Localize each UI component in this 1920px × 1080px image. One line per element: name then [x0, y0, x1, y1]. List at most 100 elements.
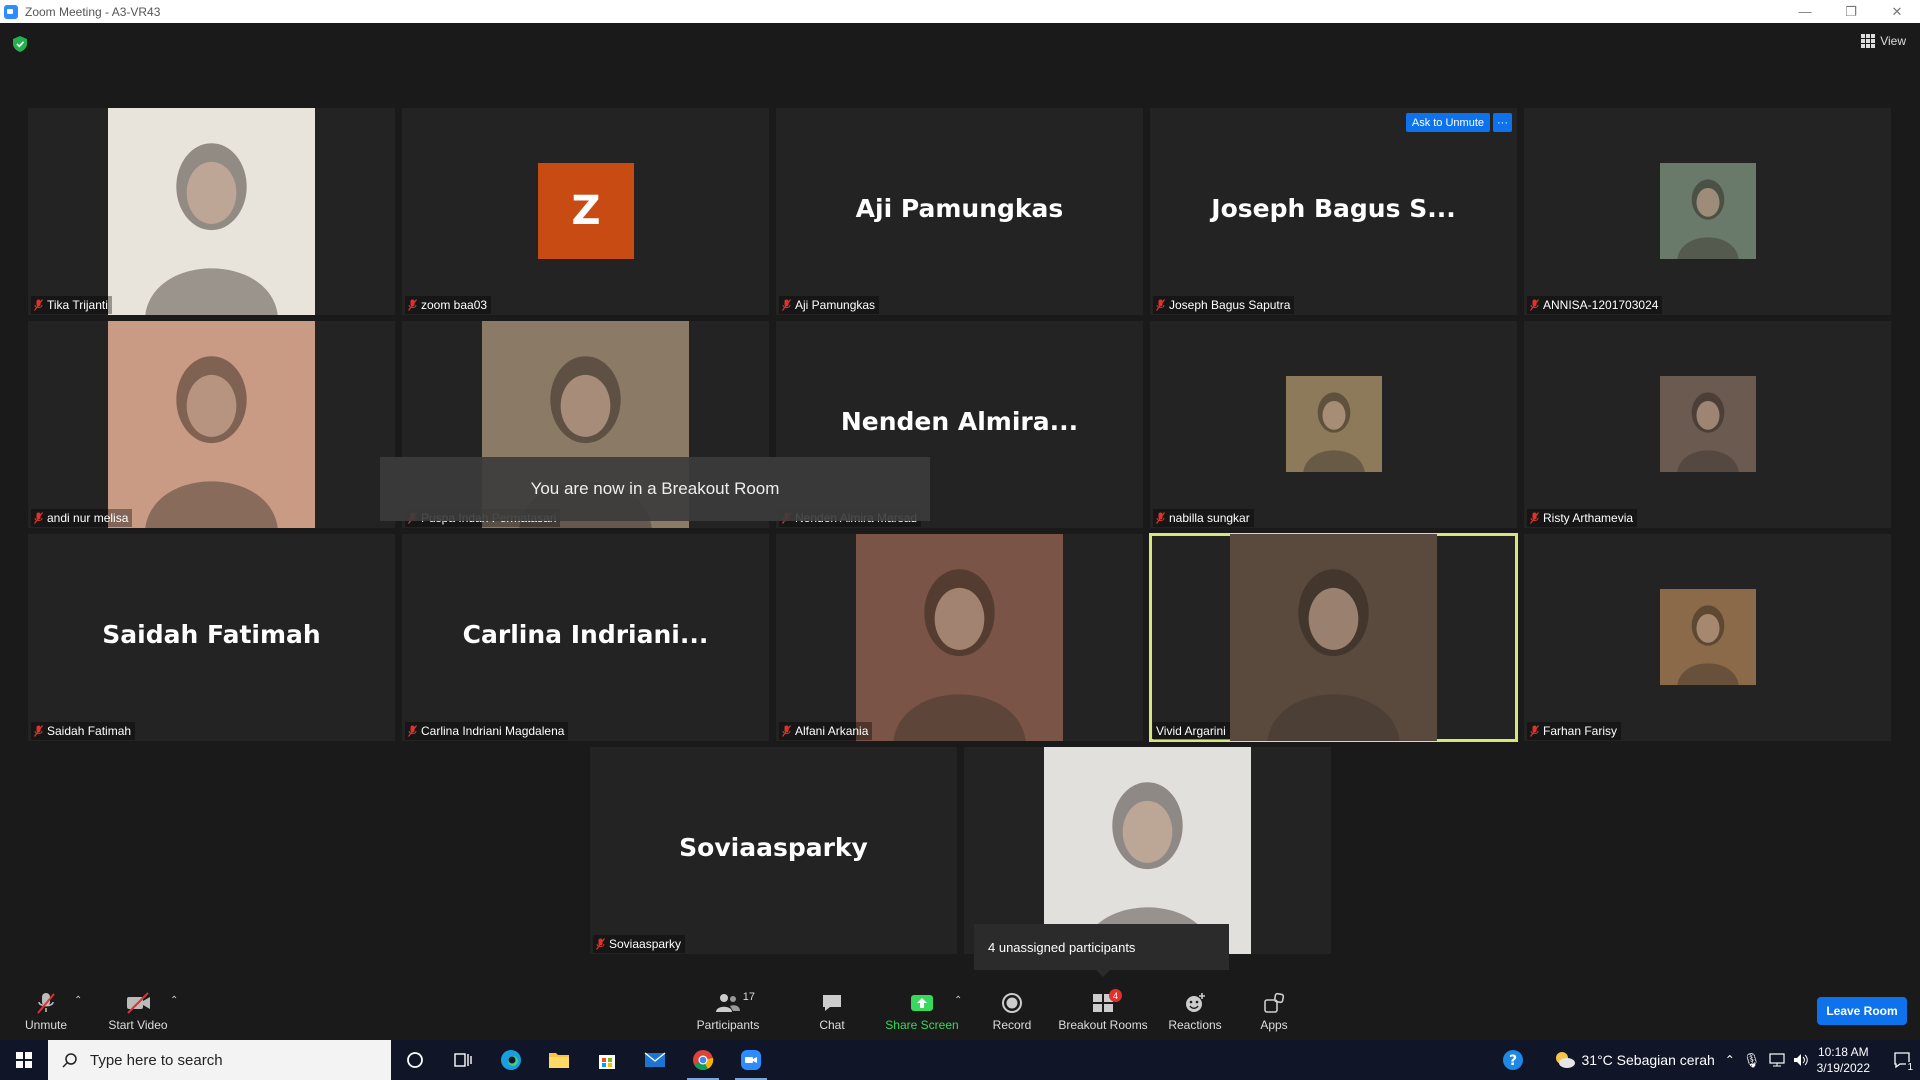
notifications-button[interactable]: 1: [1884, 1040, 1920, 1080]
participant-name: andi nur melisa: [47, 511, 129, 525]
apps-icon: [1264, 992, 1285, 1013]
participant-video: [1660, 376, 1756, 472]
cortana-button[interactable]: [391, 1040, 439, 1080]
meeting-area: View Tika Trijanti Zzoom baa03 Aji Pamungk…: [0, 23, 1920, 983]
video-tile-vivid-argarini[interactable]: Vivid Argarini: [1149, 533, 1518, 742]
muted-mic-icon: [596, 938, 605, 950]
video-tile-farhan-farisy[interactable]: Farhan Farisy: [1524, 534, 1891, 741]
video-tile-aji-pamungkas[interactable]: Aji Pamungkas Aji Pamungkas: [776, 108, 1143, 315]
participant-name: ANNISA-1201703024: [1543, 298, 1659, 312]
chat-label: Chat: [819, 1018, 845, 1032]
show-hidden-icons-icon[interactable]: ⌃: [1725, 1053, 1735, 1067]
video-tile-tika-trijanti[interactable]: Tika Trijanti: [28, 108, 395, 315]
view-label: View: [1880, 34, 1906, 48]
taskbar-chrome[interactable]: [679, 1040, 727, 1080]
participant-display-name: Joseph Bagus S...: [1211, 194, 1456, 223]
apps-button[interactable]: Apps: [1254, 983, 1294, 1040]
participant-name: nabilla sungkar: [1169, 511, 1250, 525]
participant-name-label: Risty Arthamevia: [1527, 509, 1638, 527]
search-placeholder: Type here to search: [90, 1051, 223, 1069]
taskbar-zoom[interactable]: [727, 1040, 775, 1080]
share-screen-button[interactable]: Share Screen: [884, 983, 960, 1040]
ask-to-unmute-button[interactable]: Ask to Unmute: [1405, 113, 1490, 132]
security-shield-icon[interactable]: [13, 36, 27, 52]
notification-count: 1: [1906, 1062, 1914, 1073]
taskbar-mail[interactable]: [631, 1040, 679, 1080]
more-options-button[interactable]: ···: [1493, 113, 1512, 132]
video-tile-andi-nur-melisa[interactable]: andi nur melisa: [28, 321, 395, 528]
participants-button[interactable]: 17 Participants: [690, 983, 766, 1040]
participants-label: Participants: [696, 1018, 760, 1032]
person-silhouette-icon: [893, 569, 1026, 741]
weather-text[interactable]: 31°C Sebagian cerah: [1582, 1052, 1715, 1068]
participant-video: [856, 534, 1063, 741]
video-tile-soviaasparky[interactable]: Soviaasparky Soviaasparky: [590, 747, 957, 954]
person-silhouette-icon: [1303, 392, 1365, 472]
breakout-rooms-label: Breakout Rooms: [1058, 1018, 1148, 1032]
person-silhouette-icon: [1267, 569, 1400, 741]
record-label: Record: [992, 1018, 1032, 1032]
edge-browser-icon: [501, 1050, 521, 1070]
taskbar-edge[interactable]: [487, 1040, 535, 1080]
person-silhouette-icon: [145, 356, 278, 528]
video-tile-self-view[interactable]: [964, 747, 1331, 954]
taskbar-file-explorer[interactable]: [535, 1040, 583, 1080]
task-view-button[interactable]: [439, 1040, 487, 1080]
video-tile-risty-arthamevia[interactable]: Risty Arthamevia: [1524, 321, 1891, 528]
video-tile-alfani-arkania[interactable]: Alfani Arkania: [776, 534, 1143, 741]
start-video-button[interactable]: Start Video: [104, 983, 172, 1040]
system-tray: ? 31°C Sebagian cerah ⌃ 🎙 10:18 AM 3/19/…: [1502, 1040, 1920, 1080]
video-tile-annisa-1201703024[interactable]: ANNISA-1201703024: [1524, 108, 1891, 315]
taskbar-store[interactable]: [583, 1040, 631, 1080]
minimize-button[interactable]: —: [1782, 0, 1828, 23]
person-silhouette-icon: [1081, 782, 1214, 954]
windows-start-button[interactable]: [0, 1040, 48, 1080]
muted-mic-icon: [34, 512, 43, 524]
file-explorer-folder-icon: [549, 1053, 569, 1068]
network-icon[interactable]: [1769, 1053, 1785, 1067]
share-screen-label: Share Screen: [885, 1018, 959, 1032]
breakout-rooms-button[interactable]: 4 Breakout Rooms: [1058, 983, 1148, 1040]
chat-button[interactable]: Chat: [810, 983, 854, 1040]
participant-name: Saidah Fatimah: [47, 724, 132, 738]
record-icon: [1002, 993, 1022, 1013]
video-tile-saidah-fatimah[interactable]: Saidah Fatimah Saidah Fatimah: [28, 534, 395, 741]
participant-video: [1660, 589, 1756, 685]
participant-name: Joseph Bagus Saputra: [1169, 298, 1291, 312]
participant-name-label: ANNISA-1201703024: [1527, 296, 1663, 314]
microphone-tray-icon[interactable]: 🎙: [1743, 1052, 1761, 1069]
taskbar-clock[interactable]: 10:18 AM 3/19/2022: [1817, 1044, 1870, 1076]
participant-name-label: Saidah Fatimah: [31, 722, 136, 740]
volume-icon[interactable]: [1793, 1053, 1809, 1067]
close-button[interactable]: ✕: [1874, 0, 1920, 23]
taskbar-search-box[interactable]: Type here to search: [48, 1040, 391, 1080]
video-tile-carlina-indriani-magdalena[interactable]: Carlina Indriani... Carlina Indriani Magd…: [402, 534, 769, 741]
participant-name-label: nabilla sungkar: [1153, 509, 1254, 527]
restore-button[interactable]: ❐: [1828, 0, 1874, 23]
participant-display-name: Carlina Indriani...: [462, 620, 709, 649]
participant-video: [1660, 163, 1756, 259]
meeting-toolbar: Unmute ⌃ Start Video ⌃ 17 Participants C…: [0, 983, 1920, 1040]
audio-options-caret-icon[interactable]: ⌃: [74, 995, 82, 1006]
video-options-caret-icon[interactable]: ⌃: [170, 995, 178, 1006]
reactions-button[interactable]: Reactions: [1166, 983, 1224, 1040]
leave-room-button[interactable]: Leave Room: [1817, 997, 1907, 1025]
participant-video: [1286, 376, 1382, 472]
unmute-label: Unmute: [24, 1018, 68, 1032]
unmute-button[interactable]: Unmute: [20, 983, 72, 1040]
muted-mic-icon: [1530, 299, 1539, 311]
person-silhouette-icon: [1677, 392, 1739, 472]
svg-text:?: ?: [1508, 1053, 1516, 1069]
record-button[interactable]: Record: [990, 983, 1034, 1040]
share-options-caret-icon[interactable]: ⌃: [954, 995, 962, 1006]
help-icon[interactable]: ?: [1502, 1049, 1524, 1071]
video-tile-joseph-bagus-saputra[interactable]: Joseph Bagus S... Joseph Bagus Saputra Ask…: [1150, 108, 1517, 315]
view-button[interactable]: View: [1861, 34, 1906, 48]
reactions-label: Reactions: [1168, 1018, 1222, 1032]
person-silhouette-icon: [1677, 179, 1739, 259]
task-view-icon: [454, 1053, 472, 1067]
video-tile-nabilla-sungkar[interactable]: nabilla sungkar: [1150, 321, 1517, 528]
muted-mic-icon: [34, 299, 43, 311]
avatar: Z: [538, 163, 634, 259]
video-tile-zoom-baa03[interactable]: Zzoom baa03: [402, 108, 769, 315]
